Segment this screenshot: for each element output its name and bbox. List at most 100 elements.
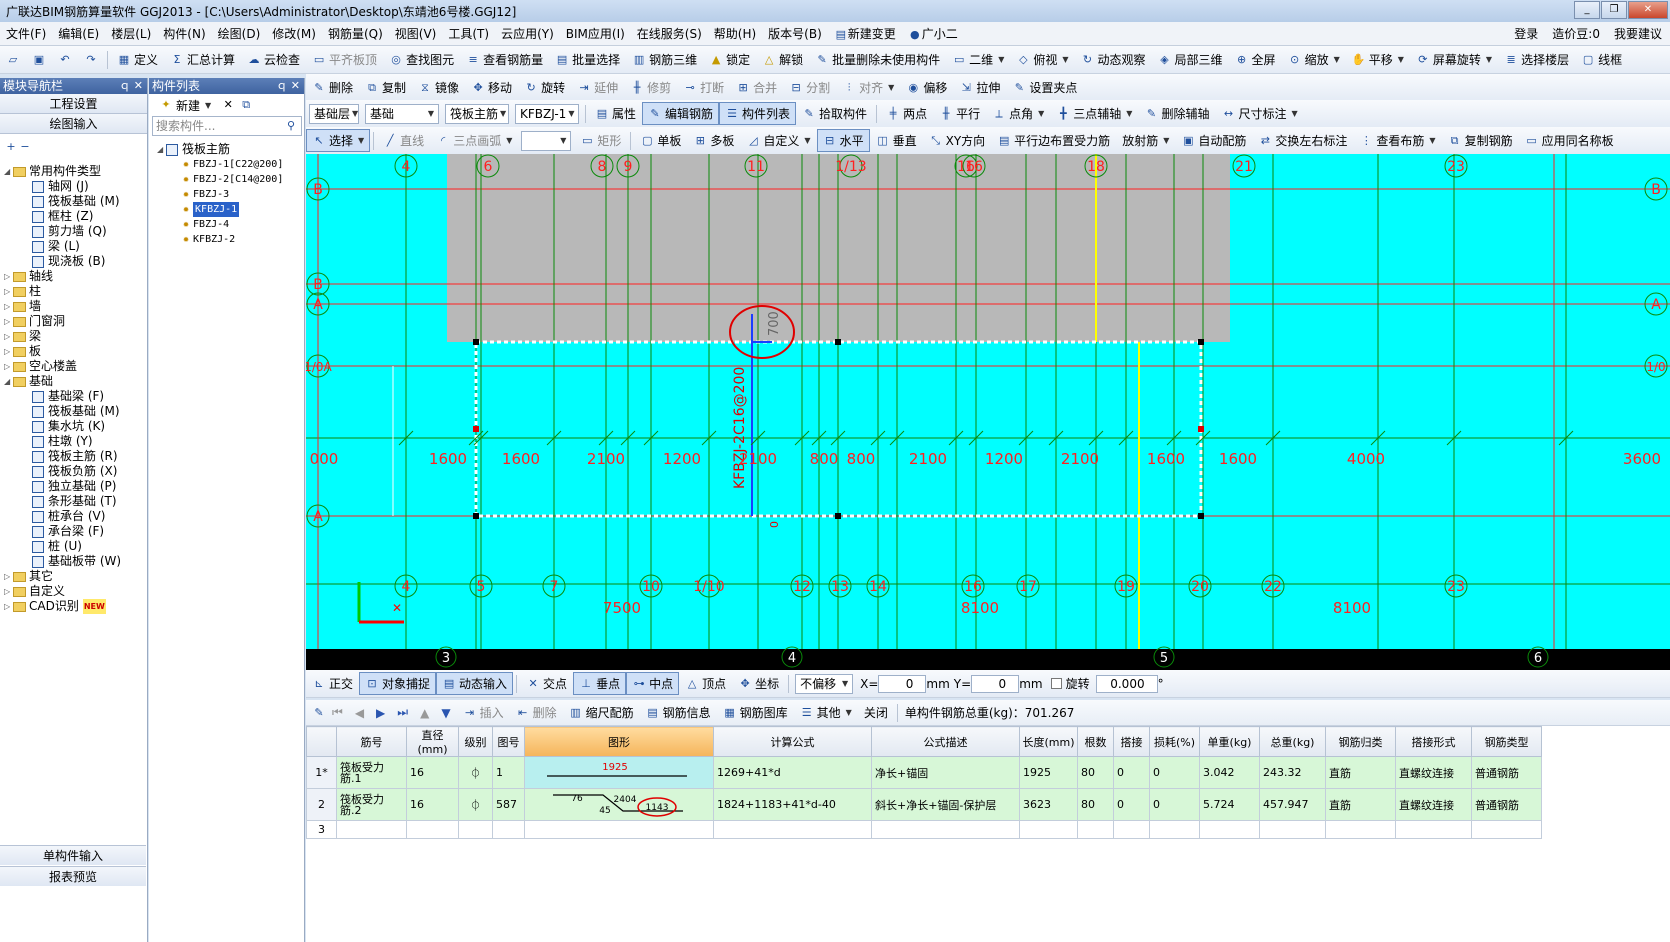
tree-folder[interactable]: ▷ 门窗洞: [0, 314, 146, 329]
tree-item[interactable]: 集水坑 (K): [0, 419, 146, 434]
tree-folder[interactable]: ▷ CAD识别 NEW: [0, 599, 146, 614]
menu-rebar-qty[interactable]: 钢筋量(Q): [322, 25, 389, 42]
component-list-item[interactable]: ✹ FBZJ-4: [157, 217, 283, 232]
perpendicular-button[interactable]: ⊥ 垂点: [573, 672, 627, 695]
copy-button[interactable]: ⧉ 复制: [359, 76, 412, 99]
cell-total-weight[interactable]: 457.947: [1259, 788, 1326, 821]
close-grid-button[interactable]: 关闭: [858, 701, 894, 724]
menu-new-change[interactable]: ▤ 新建变更: [828, 25, 902, 42]
tree-folder[interactable]: ▷ 轴线: [0, 269, 146, 284]
mirror-button[interactable]: ⧖ 镜像: [412, 76, 465, 99]
empty-cell[interactable]: [1395, 820, 1472, 839]
tree-item[interactable]: 剪力墙 (Q): [0, 224, 146, 239]
tree-folder[interactable]: ▷ 板: [0, 344, 146, 359]
suggest-link[interactable]: 我要建议: [1614, 25, 1662, 42]
menu-draw[interactable]: 绘图(D): [212, 25, 267, 42]
point-angle-dropdown[interactable]: ⟂ 点角 ▼: [986, 102, 1050, 125]
expand-icon[interactable]: ▷: [4, 329, 13, 344]
vertical-button[interactable]: ◫ 垂直: [870, 129, 923, 152]
apply-same-name-button[interactable]: ▭ 应用同名称板: [1519, 129, 1620, 152]
pin-icon[interactable]: ✎: [312, 706, 326, 720]
login-link[interactable]: 登录: [1514, 25, 1538, 42]
tree-folder[interactable]: ▷ 其它: [0, 569, 146, 584]
cell-rebar-type[interactable]: 普通钢筋: [1471, 756, 1542, 789]
cell-shape[interactable]: 1925: [524, 756, 714, 789]
tree-item[interactable]: 桩承台 (V): [0, 509, 146, 524]
empty-cell[interactable]: [1077, 820, 1114, 839]
empty-cell[interactable]: [492, 820, 525, 839]
type-select[interactable]: 筏板主筋 ▼: [445, 103, 509, 124]
cell-category[interactable]: 直筋: [1325, 788, 1396, 821]
custom-dropdown[interactable]: ◿ 自定义 ▼: [740, 129, 816, 152]
first-record-button[interactable]: ⏮: [326, 702, 349, 723]
radial-rebar-dropdown[interactable]: 放射筋 ▼: [1116, 129, 1175, 152]
component-list-item[interactable]: ✹ KFBZJ-1: [157, 202, 283, 217]
menu-file[interactable]: 文件(F): [0, 25, 52, 42]
menu-edit[interactable]: 编辑(E): [52, 25, 105, 42]
delete-row-button[interactable]: ⇤ 删除: [510, 701, 563, 724]
component-list-item[interactable]: ✹ FBZJ-1[C22@200]: [157, 157, 283, 172]
tree-item[interactable]: 筏板主筋 (R): [0, 449, 146, 464]
expand-icon[interactable]: ▷: [4, 584, 13, 599]
tree-item[interactable]: 现浇板 (B): [0, 254, 146, 269]
batch-select-button[interactable]: ▤ 批量选择: [549, 48, 626, 71]
empty-cell[interactable]: [713, 820, 872, 839]
expand-icon[interactable]: ▷: [4, 344, 13, 359]
expand-icon[interactable]: ▷: [4, 569, 13, 584]
three-point-aux-dropdown[interactable]: ╋ 三点辅轴 ▼: [1050, 102, 1138, 125]
select-floor-button[interactable]: ≣ 选择楼层: [1498, 48, 1575, 71]
expand-icon[interactable]: ▷: [4, 359, 13, 374]
pan-dropdown[interactable]: ✋ 平移 ▼: [1346, 48, 1410, 71]
menu-online[interactable]: 在线服务(S): [631, 25, 708, 42]
rebar-library-button[interactable]: ▦ 钢筋图库: [717, 701, 794, 724]
empty-cell[interactable]: [1199, 820, 1260, 839]
tree-folder[interactable]: ▷ 空心楼盖: [0, 359, 146, 374]
move-down-button[interactable]: ▼: [435, 703, 456, 723]
open-button[interactable]: ▱: [0, 50, 26, 70]
view-rebar-layout-dropdown[interactable]: ⋮ 查看布筋 ▼: [1353, 129, 1441, 152]
menu-version[interactable]: 版本号(B): [762, 25, 828, 42]
project-settings-button[interactable]: 工程设置: [0, 94, 147, 114]
horizontal-button[interactable]: ⊟ 水平: [816, 129, 870, 152]
rotate-angle-input[interactable]: 0.000: [1095, 674, 1158, 693]
drawing-canvas[interactable]: KFBZJ-2C16@200 700 0 4 6 8 9 11 1/13 16 16 18 21 23 4 5…: [306, 154, 1670, 670]
module-nav-controls[interactable]: ｑ ✕: [119, 78, 143, 94]
arc-param-select[interactable]: ▼: [521, 130, 572, 151]
select-button[interactable]: ↖ 选择 ▼: [306, 129, 371, 152]
tree-folder[interactable]: ▷ 梁: [0, 329, 146, 344]
summary-calc-button[interactable]: Σ 汇总计算: [164, 48, 241, 71]
tree-folder[interactable]: ◢ 常用构件类型: [0, 164, 146, 179]
tree-folder[interactable]: ▷ 自定义: [0, 584, 146, 599]
insert-row-button[interactable]: ⇥ 插入: [457, 701, 510, 724]
rebar-3d-button[interactable]: ▥ 钢筋三维: [626, 48, 703, 71]
menu-component[interactable]: 构件(N): [157, 25, 211, 42]
cell-rebar-name[interactable]: 筏板受力筋.2: [336, 788, 407, 821]
component-search-input[interactable]: 搜索构件...: [152, 116, 302, 136]
tree-item[interactable]: 基础板带 (W): [0, 554, 146, 569]
cell-rebar-type[interactable]: 普通钢筋: [1471, 788, 1542, 821]
xy-direction-button[interactable]: ⤡ XY方向: [923, 129, 992, 152]
single-slab-button[interactable]: ▢ 单板: [634, 129, 687, 152]
collapse-icon[interactable]: ◢: [4, 164, 13, 179]
empty-cell[interactable]: [1471, 820, 1542, 839]
trim-button[interactable]: ╫ 修剪: [624, 76, 677, 99]
find-element-button[interactable]: ◎ 查找图元: [383, 48, 460, 71]
row-number[interactable]: 1*: [306, 756, 337, 789]
cell-loss[interactable]: 0: [1149, 756, 1200, 789]
coordinate-button[interactable]: ✥ 坐标: [732, 672, 785, 695]
cell-fig-no[interactable]: 587: [492, 788, 525, 821]
cell-rebar-name[interactable]: 筏板受力筋.1: [336, 756, 407, 789]
vertex-button[interactable]: △ 顶点: [679, 672, 732, 695]
expand-icon[interactable]: ▷: [4, 314, 13, 329]
cell-formula[interactable]: 1269+41*d: [713, 756, 872, 789]
tree-item[interactable]: 条形基础 (T): [0, 494, 146, 509]
menu-bim[interactable]: BIM应用(I): [560, 25, 631, 42]
empty-cell[interactable]: [1113, 820, 1150, 839]
cell-formula-desc[interactable]: 斜长+净长+锚固-保护层: [871, 788, 1020, 821]
merge-button[interactable]: ⊞ 合并: [730, 76, 783, 99]
delete-icon[interactable]: ✕: [221, 98, 235, 112]
copy-icon[interactable]: ⧉: [239, 98, 253, 112]
view-2d-dropdown[interactable]: ▭ 二维 ▼: [946, 48, 1010, 71]
auto-rebar-button[interactable]: ▣ 自动配筋: [1175, 129, 1252, 152]
table-row[interactable]: 2 筏板受力筋.2 16 ⏀ 587 76 2404 45 1143 1824+…: [306, 788, 1542, 821]
